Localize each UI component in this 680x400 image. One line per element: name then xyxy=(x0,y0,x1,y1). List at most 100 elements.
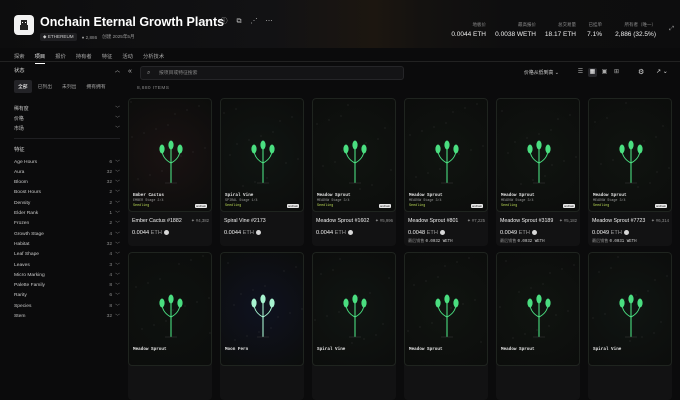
trait-name: Elder Rank xyxy=(14,211,39,217)
trait-count: 3 xyxy=(109,262,113,268)
rank-value: #5,996 xyxy=(379,218,393,223)
art-name: Spiral Vine xyxy=(593,347,622,352)
trait-filter[interactable]: Stem 32 ﹀ xyxy=(14,311,120,321)
last-sale-value: 0.0032 WETH xyxy=(425,240,453,244)
filter-price[interactable]: 价格 ﹀ xyxy=(14,113,120,123)
filter-rarity[interactable]: 稀有度 ﹀ xyxy=(14,103,120,113)
nft-card[interactable]: Meadow Sprout MEADOW Stage 3/4 Seedling onc… xyxy=(404,98,488,246)
sort-dropdown[interactable]: 价格从低到高 ⌄ xyxy=(524,69,559,76)
collection-avatar xyxy=(14,15,34,35)
nft-card[interactable]: Meadow Sprout xyxy=(496,252,580,400)
card-title: Ember Cactus #1882 xyxy=(132,218,182,224)
trait-filter[interactable]: Aura 32 ﹀ xyxy=(14,167,120,177)
eth-icon xyxy=(531,230,537,236)
trait-filter[interactable]: Bloom 32 ﹀ xyxy=(14,177,120,187)
trait-name: Leaves xyxy=(14,262,30,268)
trait-filter[interactable]: Micro Marking 4 ﹀ xyxy=(14,270,120,280)
trait-filter[interactable]: Elder Rank 1 ﹀ xyxy=(14,208,120,218)
trait-filter[interactable]: Rarity 6 ﹀ xyxy=(14,291,120,301)
trait-filter[interactable]: Palette Family 8 ﹀ xyxy=(14,280,120,290)
expand-icon[interactable]: ⤢ xyxy=(669,26,674,33)
last-sale-label: 最后销售 xyxy=(408,238,425,243)
favorite-star-icon[interactable]: ☆ xyxy=(202,18,209,27)
tab-items[interactable]: 项目 xyxy=(34,52,46,64)
trait-count: 32 xyxy=(106,241,113,247)
divider xyxy=(14,137,120,139)
nft-card[interactable]: Spiral Vine xyxy=(312,252,396,400)
trait-filter[interactable]: Frozen 2 ﹀ xyxy=(14,219,120,229)
sort-label: 价格从低到高 xyxy=(524,71,554,76)
share-icon[interactable]: ⋰ xyxy=(250,18,258,26)
grid-view-icon[interactable]: ▦ xyxy=(588,68,597,77)
art-subtitle: MEADOW Stage 3/4 xyxy=(593,199,626,203)
nft-card[interactable]: Spiral Vine SPIRAL Stage 1/4 Seedling oncha… xyxy=(220,98,304,246)
nft-card[interactable]: Meadow Sprout MEADOW Stage 3/4 Seedling onc… xyxy=(312,98,396,246)
trait-count: 8 xyxy=(109,283,113,289)
trait-filter[interactable]: Boost Hours 2 ﹀ xyxy=(14,188,120,198)
collapse-sidebar-icon[interactable]: « xyxy=(128,68,132,75)
nft-card[interactable]: Spiral Vine xyxy=(588,252,672,400)
status-unlisted[interactable]: 未列出 xyxy=(58,80,80,93)
nft-card[interactable]: Meadow Sprout MEADOW Stage 3/4 Seedling onc… xyxy=(588,98,672,246)
tab-traits[interactable]: 特征 xyxy=(102,52,113,64)
chevron-down-icon: ﹀ xyxy=(115,314,120,320)
nft-card[interactable]: Ember Cactus EMBER Stage 2/4 Seedling oncha… xyxy=(128,98,212,246)
more-icon[interactable]: ⋯ xyxy=(265,18,273,26)
nft-artwork: Meadow Sprout xyxy=(404,252,488,366)
info-icon[interactable]: ⓘ xyxy=(220,18,228,26)
card-title: Meadow Sprout #7723 xyxy=(592,218,646,224)
price-unit: ETH xyxy=(518,230,530,236)
search-input[interactable] xyxy=(157,69,401,77)
art-stage: Seedling xyxy=(133,204,150,208)
chevron-down-icon: ﹀ xyxy=(115,201,120,207)
trait-filter[interactable]: Habitat 32 ﹀ xyxy=(14,239,120,249)
status-owned[interactable]: 拥有拥有 xyxy=(82,80,109,93)
trait-filter[interactable]: Leaves 3 ﹀ xyxy=(14,260,120,270)
nft-card[interactable]: Meadow Sprout xyxy=(404,252,488,400)
nft-card[interactable]: Meadow Sprout xyxy=(128,252,212,400)
chevron-down-icon: ﹀ xyxy=(115,181,120,187)
nft-card[interactable]: Moon Fern xyxy=(220,252,304,400)
art-stage: Seedling xyxy=(409,204,426,208)
chart-icon[interactable]: ↗ ⌄ xyxy=(656,68,668,75)
trait-count: 1 xyxy=(109,211,113,217)
stat-floor: 地板价 0.0044 ETH xyxy=(450,22,486,38)
status-all[interactable]: 全部 xyxy=(14,80,32,93)
nft-artwork: Meadow Sprout MEADOW Stage 3/4 Seedling onc… xyxy=(404,98,488,212)
tab-explore[interactable]: 探索 xyxy=(14,52,25,64)
holders-value: 2,886 xyxy=(85,34,98,40)
chevron-down-icon: ﹀ xyxy=(115,116,120,122)
nft-card[interactable]: Meadow Sprout MEADOW Stage 3/4 Seedling onc… xyxy=(496,98,580,246)
search-box[interactable]: ⌕ xyxy=(140,66,404,80)
rarity-rank: ✦ #4,382 xyxy=(191,218,209,224)
price-value: 0.0048 xyxy=(408,230,426,236)
trait-filter[interactable]: Species 8 ﹀ xyxy=(14,301,120,311)
chevron-down-icon: ﹀ xyxy=(115,232,120,238)
tab-activity[interactable]: 活动 xyxy=(122,52,133,64)
art-name: Meadow Sprout xyxy=(593,193,627,198)
trait-filter[interactable]: Age Hours 6 ﹀ xyxy=(14,157,120,167)
large-grid-icon[interactable]: ▣ xyxy=(600,68,609,77)
tab-offers[interactable]: 报价 xyxy=(55,52,66,64)
tab-analytics[interactable]: 分析技术 xyxy=(143,52,164,64)
gear-icon[interactable]: ⚙ xyxy=(638,68,644,76)
filter-label: 市场 xyxy=(14,127,24,133)
card-title: Meadow Sprout #801 xyxy=(408,218,459,224)
tab-holders[interactable]: 持有者 xyxy=(76,52,92,64)
art-badge: onchain xyxy=(194,204,207,208)
status-listed[interactable]: 已列出 xyxy=(34,80,56,93)
trait-filter[interactable]: Leaf Shape 4 ﹀ xyxy=(14,250,120,260)
art-badge: onchain xyxy=(286,204,299,208)
filter-market[interactable]: 市场 ﹀ xyxy=(14,124,120,134)
compact-grid-icon[interactable]: ⊞ xyxy=(612,68,621,77)
chevron-down-icon: ﹀ xyxy=(115,253,120,259)
stat-value: 7.1% xyxy=(587,31,602,38)
rarity-icon: ✦ xyxy=(191,218,195,223)
list-view-icon[interactable]: ☰ xyxy=(576,68,585,77)
chevron-down-icon: ﹀ xyxy=(115,127,120,133)
trait-filter[interactable]: Growth Stage 4 ﹀ xyxy=(14,229,120,239)
status-section-header[interactable]: 状态 ︿ xyxy=(14,66,120,74)
card-price: 0.0048 ETH xyxy=(408,230,445,236)
copy-icon[interactable]: ⧉ xyxy=(235,18,243,26)
trait-filter[interactable]: Density 2 ﹀ xyxy=(14,198,120,208)
